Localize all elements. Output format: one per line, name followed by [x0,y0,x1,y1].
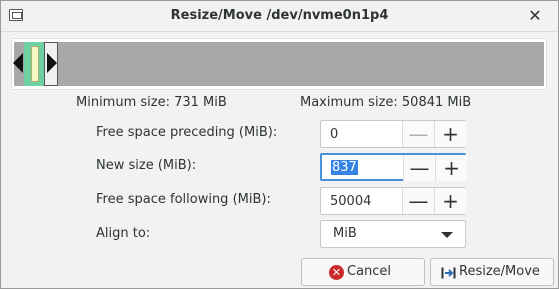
free-space-following-input[interactable] [321,188,401,214]
title-bar[interactable]: Resize/Move /dev/nvme0n1p4 ✕ [1,1,558,32]
resize-move-icon [441,267,456,279]
resize-move-button-label: Resize/Move [459,264,540,279]
resize-move-dialog: Resize/Move /dev/nvme0n1p4 ✕ Minimum siz… [0,0,559,289]
align-to-label: Align to: [96,226,151,241]
resize-move-button[interactable]: Resize/Move [430,258,554,286]
free-space-preceding-input[interactable] [321,121,401,147]
free-space-preceding-label: Free space preceding (MiB): [96,125,278,140]
free-space-following-label: Free space following (MiB): [96,192,271,207]
cancel-icon: ✕ [329,265,344,280]
cancel-button-label: Cancel [347,264,392,279]
new-size-selected-text: 837 [331,160,358,175]
window-title: Resize/Move /dev/nvme0n1p4 [170,8,389,23]
new-size-spinner: 837 — + [320,153,467,181]
unallocated-space-bar [14,42,544,86]
right-resize-handle[interactable] [47,53,57,73]
new-size-decrement-button[interactable]: — [403,155,435,181]
new-size-increment-button[interactable]: + [435,155,467,181]
following-increment-button[interactable]: + [434,188,466,214]
left-resize-handle[interactable] [13,53,23,73]
align-to-dropdown[interactable]: MiB [320,220,466,248]
close-icon[interactable]: ✕ [526,7,544,25]
partition-graph[interactable] [11,38,547,90]
new-size-label: New size (MiB): [96,158,197,173]
used-space-indicator [31,46,39,82]
following-decrement-button[interactable]: — [402,188,434,214]
chevron-down-icon [441,232,453,238]
preceding-decrement-button[interactable]: — [402,121,434,147]
cancel-button[interactable]: ✕ Cancel [301,258,425,286]
align-to-selected-value: MiB [333,226,357,241]
preceding-increment-button[interactable]: + [434,121,466,147]
free-space-preceding-spinner: — + [320,120,466,148]
new-size-input[interactable]: 837 [331,160,358,175]
free-space-following-spinner: — + [320,187,466,215]
maximum-size-label: Maximum size: 50841 MiB [300,95,472,110]
minimum-size-label: Minimum size: 731 MiB [76,95,227,110]
